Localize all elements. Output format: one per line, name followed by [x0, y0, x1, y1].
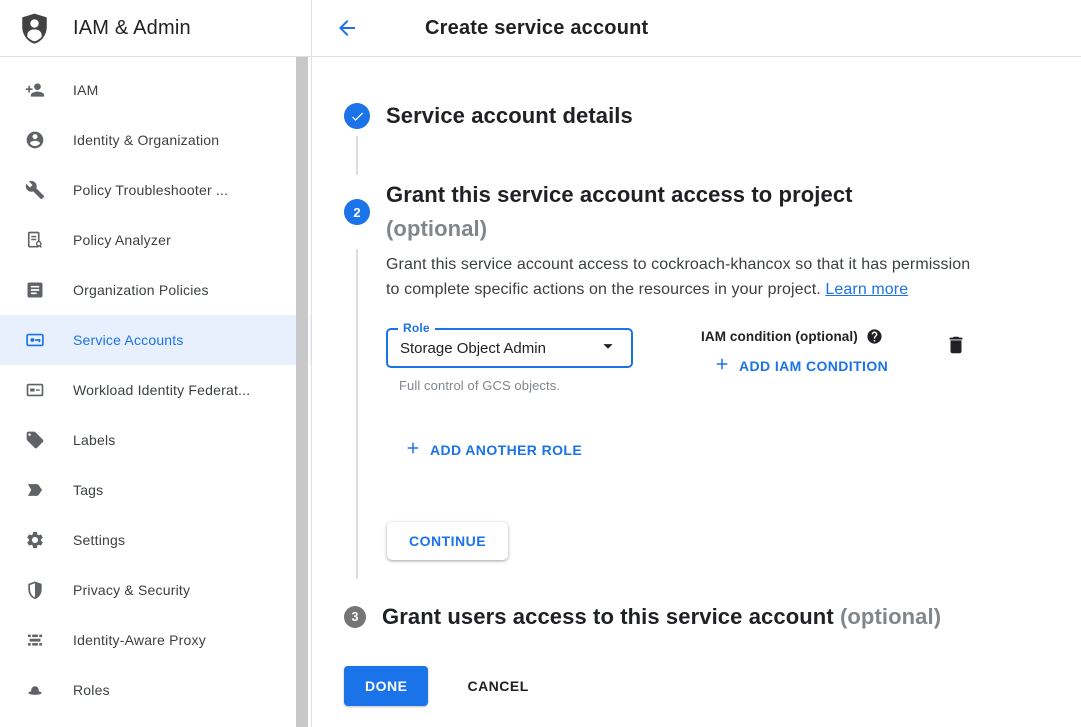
policy-analyzer-icon	[25, 230, 45, 250]
step-connector-2	[344, 246, 370, 582]
iap-icon	[25, 630, 45, 650]
iam-condition-block: IAM condition (optional) ADD IAM CONDITI…	[701, 328, 896, 382]
sidebar-header: IAM & Admin	[0, 0, 311, 57]
step-1-title: Service account details	[386, 99, 633, 133]
sidebar-item-identity-aware-proxy[interactable]: Identity-Aware Proxy	[0, 615, 311, 665]
sidebar-item-label: IAM	[73, 82, 99, 98]
step-3-title: Grant users access to this service accou…	[382, 600, 941, 634]
sidebar-item-label: Settings	[73, 532, 125, 548]
sidebar-item-label: Service Accounts	[73, 332, 184, 348]
sidebar-item-iam[interactable]: IAM	[0, 65, 311, 115]
step-3-header: 3 Grant users access to this service acc…	[344, 600, 1057, 634]
sidebar-item-label: Policy Analyzer	[73, 232, 171, 248]
role-field-group: Role Storage Object Admin Full control o…	[386, 328, 633, 393]
sidebar-item-policy-analyzer[interactable]: Policy Analyzer	[0, 215, 311, 265]
sidebar-item-workload-identity-federation[interactable]: Workload Identity Federat...	[0, 365, 311, 415]
sidebar-item-privacy-security[interactable]: Privacy & Security	[0, 565, 311, 615]
sidebar-item-service-accounts[interactable]: Service Accounts	[0, 315, 311, 365]
iam-condition-label: IAM condition (optional)	[701, 329, 858, 344]
step-2-header: 2 Grant this service account access to p…	[344, 178, 1057, 246]
add-icon	[713, 355, 731, 376]
dropdown-arrow-icon	[597, 335, 619, 362]
add-iam-condition-button[interactable]: ADD IAM CONDITION	[705, 349, 896, 382]
form-actions: DONE CANCEL	[344, 666, 1057, 706]
sidebar-item-label: Policy Troubleshooter ...	[73, 182, 228, 198]
hat-icon	[25, 680, 45, 700]
sidebar-item-label: Organization Policies	[73, 282, 209, 298]
sidebar-item-label: Identity-Aware Proxy	[73, 632, 206, 648]
sidebar-scrollbar	[296, 57, 310, 727]
create-service-account-form: Service account details 2 Grant this ser…	[312, 57, 1081, 727]
sidebar-item-label: Identity & Organization	[73, 132, 219, 148]
app-window: IAM & Admin IAM Identity & Organization …	[0, 0, 1081, 727]
step-2-title: Grant this service account access to pro…	[386, 178, 853, 246]
sidebar-item-label: Labels	[73, 432, 115, 448]
step-connector-1	[344, 133, 1057, 178]
step-3-optional-label: (optional)	[840, 604, 941, 629]
sidebar-item-policy-troubleshooter[interactable]: Policy Troubleshooter ...	[0, 165, 311, 215]
main-header: Create service account	[312, 0, 1081, 57]
identity-card-icon	[25, 380, 45, 400]
sidebar-item-label: Roles	[73, 682, 110, 698]
learn-more-link[interactable]: Learn more	[825, 281, 908, 298]
service-account-icon	[25, 330, 45, 350]
label-tag-icon	[25, 430, 45, 450]
sidebar: IAM & Admin IAM Identity & Organization …	[0, 0, 312, 727]
tag-arrow-icon	[25, 480, 45, 500]
continue-button[interactable]: CONTINUE	[387, 522, 508, 560]
done-button[interactable]: DONE	[344, 666, 428, 706]
step-2-optional-label: (optional)	[386, 216, 487, 241]
sidebar-nav: IAM Identity & Organization Policy Troub…	[0, 57, 311, 715]
sidebar-title: IAM & Admin	[73, 17, 191, 40]
add-icon	[404, 439, 422, 460]
role-select[interactable]: Role Storage Object Admin	[386, 328, 633, 368]
sidebar-item-organization-policies[interactable]: Organization Policies	[0, 265, 311, 315]
sidebar-item-label: Privacy & Security	[73, 582, 190, 598]
step-1-completed-check-icon	[344, 103, 370, 129]
shield-half-icon	[25, 580, 45, 600]
sidebar-item-settings[interactable]: Settings	[0, 515, 311, 565]
sidebar-scrollbar-thumb[interactable]	[296, 57, 308, 727]
role-row: Role Storage Object Admin Full control o…	[386, 328, 968, 393]
add-another-role-button[interactable]: ADD ANOTHER ROLE	[396, 433, 590, 466]
document-lines-icon	[25, 280, 45, 300]
shield-person-icon	[17, 10, 52, 47]
role-helper-text: Full control of GCS objects.	[386, 378, 633, 393]
sidebar-item-label: Workload Identity Federat...	[73, 382, 250, 398]
account-circle-icon	[25, 130, 45, 150]
step-2-number-badge: 2	[344, 199, 370, 225]
sidebar-item-tags[interactable]: Tags	[0, 465, 311, 515]
sidebar-item-labels[interactable]: Labels	[0, 415, 311, 465]
role-selected-value: Storage Object Admin	[400, 340, 597, 357]
page-title: Create service account	[425, 17, 648, 40]
sidebar-item-identity-organization[interactable]: Identity & Organization	[0, 115, 311, 165]
help-icon[interactable]	[866, 328, 883, 345]
main-panel: Create service account Service account d…	[312, 0, 1081, 727]
wrench-icon	[25, 180, 45, 200]
step-2-section: Grant this service account access to coc…	[344, 246, 1057, 582]
sidebar-item-label: Tags	[73, 482, 103, 498]
person-add-icon	[25, 80, 45, 100]
role-field-label: Role	[398, 321, 435, 335]
step-1-header: Service account details	[344, 99, 1057, 133]
step-2-description: Grant this service account access to coc…	[386, 252, 978, 302]
back-arrow-icon[interactable]	[335, 16, 359, 40]
step-3-number-badge: 3	[344, 606, 366, 628]
cancel-button[interactable]: CANCEL	[459, 668, 536, 704]
sidebar-item-roles[interactable]: Roles	[0, 665, 311, 715]
delete-role-icon[interactable]	[944, 334, 968, 358]
gear-icon	[25, 530, 45, 550]
